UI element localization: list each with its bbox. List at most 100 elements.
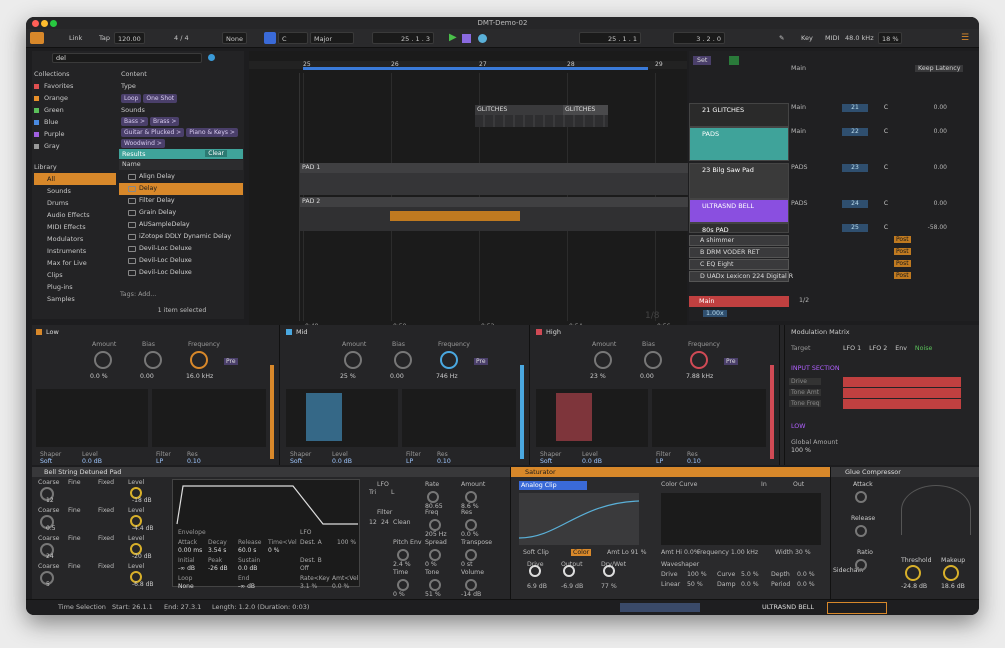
volume-db[interactable]: -58.00	[917, 224, 947, 231]
lfo2-knob[interactable]	[429, 579, 441, 591]
frequency-value[interactable]: 16.0 kHz	[186, 373, 213, 380]
library-item-drums[interactable]: Drums	[34, 197, 116, 209]
res-value[interactable]: 0.10	[187, 458, 201, 465]
arrangement-position[interactable]: 25 . 1 . 3	[372, 32, 434, 44]
post-button[interactable]: Post	[894, 272, 911, 279]
library-item-clips[interactable]: Clips	[34, 269, 116, 281]
shaper-value[interactable]: Soft	[290, 458, 302, 465]
main-output-label[interactable]: Main	[791, 65, 806, 72]
result-item[interactable]: Devil-Loc Deluxe	[119, 255, 243, 267]
res-value[interactable]: 0.10	[437, 458, 451, 465]
volume-db[interactable]: 0.00	[917, 200, 947, 207]
clip-pad-1[interactable]: PAD 1	[300, 163, 688, 173]
knob-frequency[interactable]	[440, 351, 458, 369]
compressor-knob[interactable]	[855, 525, 867, 537]
track-number[interactable]: 23	[842, 164, 868, 172]
level-value[interactable]: -20 dB	[132, 553, 152, 560]
level-value[interactable]: 0.0 dB	[82, 458, 102, 465]
post-button[interactable]: Post	[894, 236, 911, 243]
env-a[interactable]: 0.00 ms	[178, 547, 202, 554]
amount-value[interactable]: 23 %	[590, 373, 606, 380]
library-item-plug-ins[interactable]: Plug-ins	[34, 281, 116, 293]
filter-value[interactable]: LP	[406, 458, 413, 465]
env-r[interactable]: 60.0 s	[238, 547, 256, 554]
content-filter[interactable]: Content	[119, 68, 243, 80]
knob-frequency[interactable]	[690, 351, 708, 369]
lfo-off[interactable]: Off	[300, 565, 309, 572]
type-filter[interactable]: Type	[119, 80, 243, 92]
clip-glitches-2[interactable]: GLITCHES	[563, 105, 608, 115]
pan-value[interactable]: C	[875, 104, 897, 112]
clip-overview[interactable]	[620, 603, 700, 612]
knob-frequency[interactable]	[190, 351, 208, 369]
input-monitor-icon[interactable]	[729, 56, 739, 65]
clip-glitches-1[interactable]: GLITCHES	[475, 105, 563, 115]
record-icon[interactable]	[478, 34, 487, 43]
env-s[interactable]: 0.0 dB	[238, 565, 257, 572]
lfo2-knob[interactable]	[465, 579, 477, 591]
loop-start[interactable]: 25 . 1 . 1	[579, 32, 641, 44]
pre-button[interactable]: Pre	[724, 358, 738, 365]
lfo2-knob[interactable]	[429, 549, 441, 561]
level-value[interactable]: -6.8 dB	[132, 581, 154, 588]
key-select[interactable]: C	[278, 32, 308, 44]
mod-tab[interactable]: LFO 1	[843, 345, 861, 352]
volume-db[interactable]: 0.00	[917, 104, 947, 111]
info-icon[interactable]	[208, 54, 215, 61]
pan-value[interactable]: C	[875, 128, 897, 136]
return-track[interactable]: D UADx Lexicon 224 Digital R	[689, 271, 793, 282]
mod-tab[interactable]: Env	[895, 345, 907, 352]
pan-value[interactable]: C	[875, 224, 897, 232]
pan-value[interactable]: C	[875, 200, 897, 208]
collection-item[interactable]: Green	[34, 104, 116, 116]
result-item[interactable]: Filter Delay	[119, 195, 243, 207]
shaper-value[interactable]: Soft	[540, 458, 552, 465]
mod-row-cells[interactable]	[843, 377, 961, 387]
compressor-knob[interactable]	[943, 565, 959, 581]
clip-pad-2[interactable]: PAD 2	[300, 197, 688, 207]
collection-item[interactable]: Gray	[34, 140, 116, 152]
lfo2-knob[interactable]	[397, 549, 409, 561]
add-tag-button[interactable]: Add...	[138, 291, 156, 298]
result-item[interactable]: Align Delay	[119, 171, 243, 183]
result-item[interactable]: Delay	[119, 183, 243, 195]
coarse-value[interactable]: 0.5	[46, 525, 56, 532]
volume-db[interactable]: 0.00	[917, 128, 947, 135]
coarse-value[interactable]: 24	[46, 553, 54, 560]
env-d[interactable]: 3.54 s	[208, 547, 226, 554]
pencil-icon[interactable]: ✎	[776, 32, 787, 44]
lfo2-knob[interactable]	[429, 519, 441, 531]
knob-bias[interactable]	[644, 351, 662, 369]
post-button[interactable]: Post	[894, 260, 911, 267]
time-signature[interactable]: 4 / 4	[171, 32, 192, 44]
level-value[interactable]: 0.0 dB	[332, 458, 352, 465]
amount-value[interactable]: 0.0 %	[90, 373, 108, 380]
env-p[interactable]: -26 dB	[208, 565, 228, 572]
result-item[interactable]: Grain Delay	[119, 207, 243, 219]
env-loopv[interactable]: None	[178, 583, 194, 590]
track-header[interactable]: 23 Bilg Saw Pad	[689, 163, 789, 199]
play-icon[interactable]: ▶	[446, 32, 460, 44]
keep-latency-button[interactable]: Keep Latency	[915, 65, 964, 72]
level-value[interactable]: -18 dB	[132, 497, 152, 504]
pre-button[interactable]: Pre	[224, 358, 238, 365]
volume-db[interactable]: 0.00	[917, 164, 947, 171]
library-item-audio-effects[interactable]: Audio Effects	[34, 209, 116, 221]
library-item-max-for-live[interactable]: Max for Live	[34, 257, 116, 269]
tag-chip[interactable]: Brass >	[149, 117, 180, 126]
collection-item[interactable]: Favorites	[34, 80, 116, 92]
knob-amount[interactable]	[94, 351, 112, 369]
knob-amount[interactable]	[594, 351, 612, 369]
collection-item[interactable]: Blue	[34, 116, 116, 128]
saturator-knob[interactable]	[529, 565, 541, 577]
saturator-mode-select[interactable]: Analog Clip	[519, 481, 587, 490]
loop-tag[interactable]: Loop	[121, 94, 142, 103]
collection-item[interactable]: Purple	[34, 128, 116, 140]
track-number[interactable]: 25	[842, 224, 868, 232]
scale-select[interactable]: Major	[310, 32, 354, 44]
browser-search-input[interactable]: del	[52, 53, 202, 63]
key-map-button[interactable]: Key	[798, 32, 816, 44]
loop-length[interactable]: 3 . 2 . 0	[673, 32, 725, 44]
level-value[interactable]: -4.4 dB	[132, 525, 154, 532]
pan-value[interactable]: C	[875, 164, 897, 172]
